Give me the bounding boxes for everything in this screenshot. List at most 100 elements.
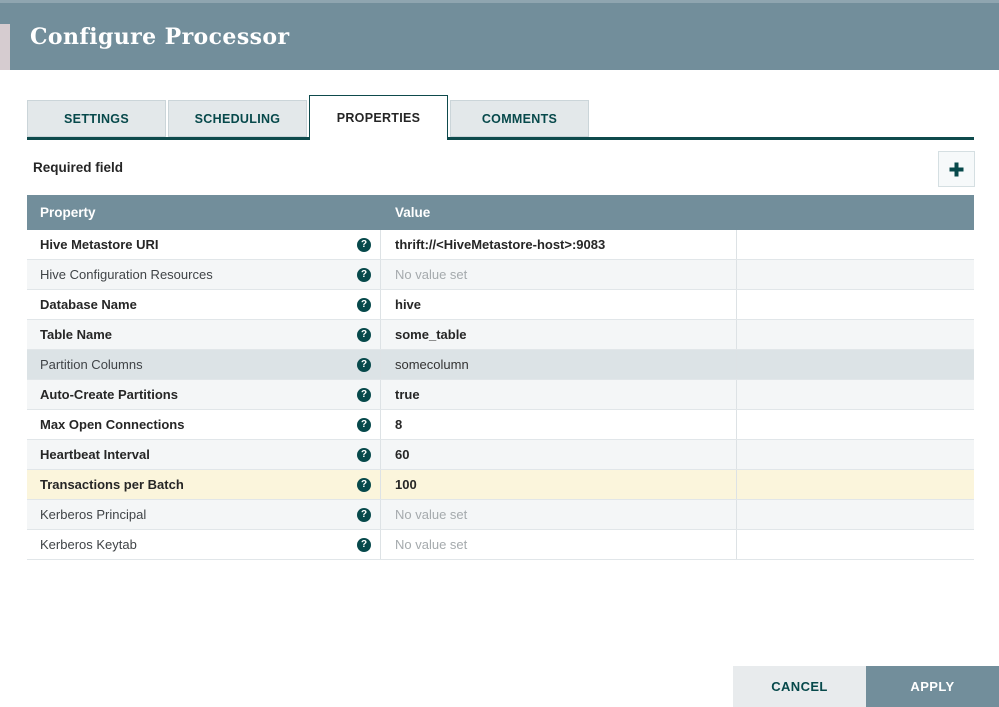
row-spacer-cell: [737, 470, 974, 499]
property-value-cell[interactable]: true: [381, 380, 737, 409]
property-name: Database Name: [40, 297, 137, 312]
property-name: Max Open Connections: [40, 417, 185, 432]
property-row[interactable]: Heartbeat Interval ? 60: [27, 440, 974, 470]
cancel-button[interactable]: CANCEL: [733, 666, 866, 707]
help-icon[interactable]: ?: [357, 507, 371, 522]
property-value: some_table: [395, 327, 467, 342]
apply-button[interactable]: APPLY: [866, 666, 999, 707]
property-value: true: [395, 387, 420, 402]
row-spacer-cell: [737, 230, 974, 259]
property-name: Hive Configuration Resources: [40, 267, 213, 282]
property-name-cell: Hive Configuration Resources ?: [27, 260, 381, 289]
row-spacer-cell: [737, 500, 974, 529]
property-value: thrift://<HiveMetastore-host>:9083: [395, 237, 606, 252]
property-name: Kerberos Keytab: [40, 537, 137, 552]
tab-label: PROPERTIES: [336, 111, 421, 125]
property-name-cell: Max Open Connections ?: [27, 410, 381, 439]
property-name-cell: Hive Metastore URI ?: [27, 230, 381, 259]
property-value: 100: [395, 477, 417, 492]
row-spacer-cell: [737, 350, 974, 379]
property-value: 60: [395, 447, 410, 462]
column-header-value: Value: [395, 205, 431, 220]
property-value-cell[interactable]: some_table: [381, 320, 737, 349]
property-value: No value set: [395, 507, 468, 522]
property-name: Hive Metastore URI: [40, 237, 159, 252]
property-name-cell: Transactions per Batch ?: [27, 470, 381, 499]
backdrop-edge: [0, 24, 10, 70]
property-name-cell: Kerberos Principal ?: [27, 500, 381, 529]
tab-label: SCHEDULING: [194, 111, 281, 126]
tab-scheduling[interactable]: SCHEDULING: [168, 100, 307, 137]
row-spacer-cell: [737, 320, 974, 349]
help-icon[interactable]: ?: [357, 327, 371, 342]
property-row[interactable]: Hive Metastore URI ? thrift://<HiveMetas…: [27, 230, 974, 260]
row-spacer-cell: [737, 440, 974, 469]
dialog-header: Configure Processor: [0, 0, 999, 70]
help-icon[interactable]: ?: [357, 447, 371, 462]
property-value-cell[interactable]: hive: [381, 290, 737, 319]
help-icon[interactable]: ?: [357, 417, 371, 432]
tab-comments[interactable]: COMMENTS: [450, 100, 589, 137]
row-spacer-cell: [737, 530, 974, 559]
property-value-cell[interactable]: somecolumn: [381, 350, 737, 379]
property-name-cell: Heartbeat Interval ?: [27, 440, 381, 469]
property-name: Kerberos Principal: [40, 507, 147, 522]
plus-icon: [949, 162, 964, 176]
tab-settings[interactable]: SETTINGS: [27, 100, 166, 137]
property-value-cell[interactable]: 8: [381, 410, 737, 439]
table-body: Hive Metastore URI ? thrift://<HiveMetas…: [27, 230, 974, 560]
property-row[interactable]: Max Open Connections ? 8: [27, 410, 974, 440]
property-row[interactable]: Kerberos Keytab ? No value set: [27, 530, 974, 560]
property-value-cell[interactable]: No value set: [381, 530, 737, 559]
property-name-cell: Kerberos Keytab ?: [27, 530, 381, 559]
tab-label: SETTINGS: [64, 111, 129, 126]
property-name: Transactions per Batch: [40, 477, 184, 492]
property-row[interactable]: Kerberos Principal ? No value set: [27, 500, 974, 530]
property-name: Heartbeat Interval: [40, 447, 150, 462]
property-name: Auto-Create Partitions: [40, 387, 178, 402]
property-name-cell: Partition Columns ?: [27, 350, 381, 379]
property-name-cell: Database Name ?: [27, 290, 381, 319]
property-value-cell[interactable]: 100: [381, 470, 737, 499]
property-name-cell: Auto-Create Partitions ?: [27, 380, 381, 409]
row-spacer-cell: [737, 290, 974, 319]
property-value-cell[interactable]: No value set: [381, 260, 737, 289]
help-icon[interactable]: ?: [357, 267, 371, 282]
property-value: No value set: [395, 267, 468, 282]
help-icon[interactable]: ?: [357, 357, 371, 372]
help-icon[interactable]: ?: [357, 297, 371, 312]
help-icon[interactable]: ?: [357, 387, 371, 402]
property-row[interactable]: Table Name ? some_table: [27, 320, 974, 350]
column-header-property: Property: [40, 205, 96, 220]
required-field-legend: Required field: [33, 160, 124, 175]
help-icon[interactable]: ?: [357, 477, 371, 492]
tab-properties[interactable]: PROPERTIES: [309, 95, 448, 140]
property-value: hive: [395, 297, 422, 312]
row-spacer-cell: [737, 260, 974, 289]
property-value: somecolumn: [395, 357, 469, 372]
property-value-cell[interactable]: thrift://<HiveMetastore-host>:9083: [381, 230, 737, 259]
properties-table: Property Value Hive Metastore URI ? thri…: [27, 195, 974, 560]
property-name-cell: Table Name ?: [27, 320, 381, 349]
property-row[interactable]: Partition Columns ? somecolumn: [27, 350, 974, 380]
table-header-row: Property Value: [27, 195, 974, 230]
add-property-button[interactable]: [938, 151, 975, 187]
property-value-cell[interactable]: 60: [381, 440, 737, 469]
tab-label: COMMENTS: [481, 111, 558, 126]
help-icon[interactable]: ?: [357, 237, 371, 252]
property-row[interactable]: Hive Configuration Resources ? No value …: [27, 260, 974, 290]
property-value: No value set: [395, 537, 468, 552]
help-icon[interactable]: ?: [357, 537, 371, 552]
property-name: Partition Columns: [40, 357, 143, 372]
tab-bar: SETTINGS SCHEDULING PROPERTIES COMMENTS: [27, 95, 974, 140]
property-value: 8: [395, 417, 403, 432]
property-row[interactable]: Database Name ? hive: [27, 290, 974, 320]
dialog-title: Configure Processor: [30, 23, 290, 50]
row-spacer-cell: [737, 410, 974, 439]
property-row[interactable]: Transactions per Batch ? 100: [27, 470, 974, 500]
property-row[interactable]: Auto-Create Partitions ? true: [27, 380, 974, 410]
row-spacer-cell: [737, 380, 974, 409]
tab-underline: [27, 137, 974, 140]
property-value-cell[interactable]: No value set: [381, 500, 737, 529]
property-name: Table Name: [40, 327, 113, 342]
